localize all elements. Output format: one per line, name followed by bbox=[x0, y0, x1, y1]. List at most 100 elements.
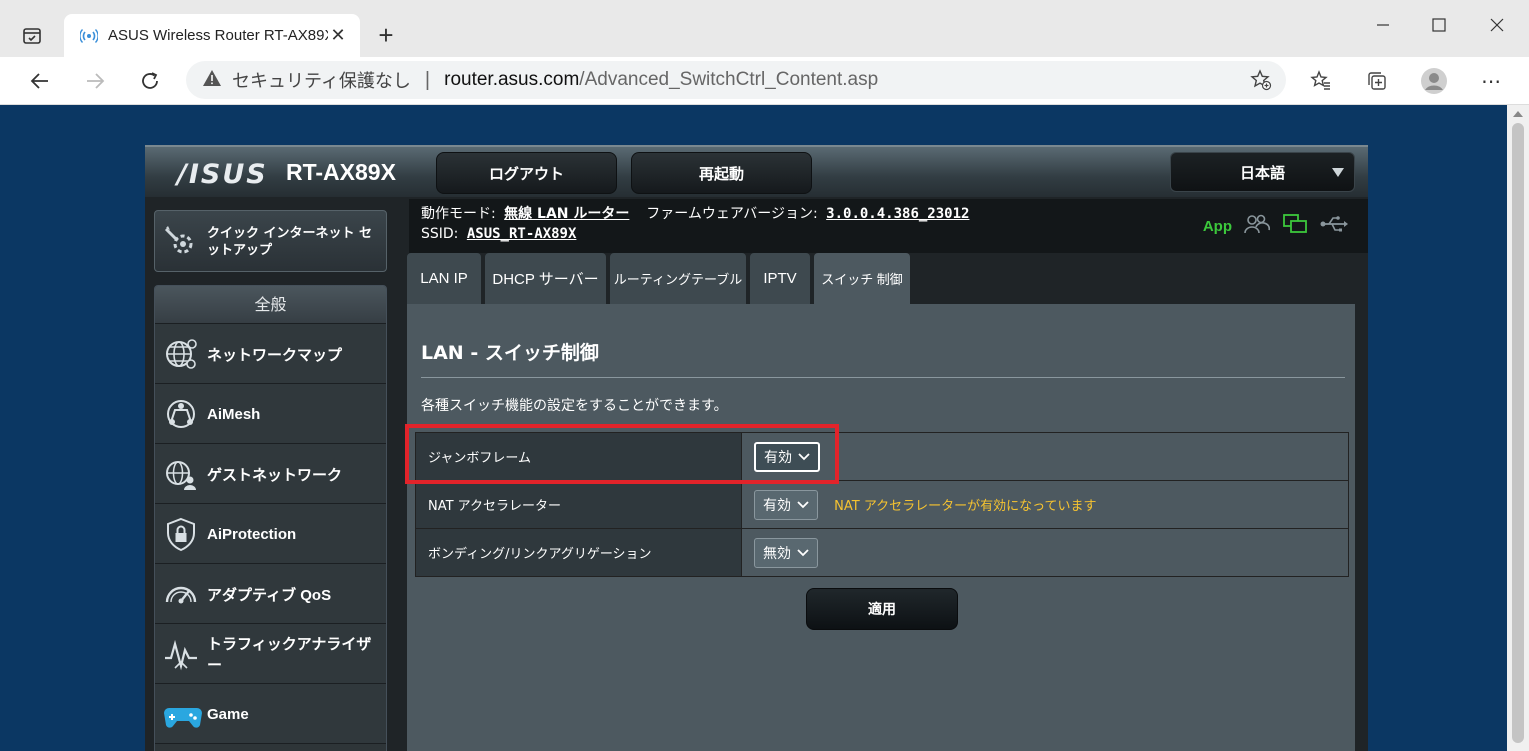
sidebar-item-aiprotection[interactable]: AiProtection bbox=[155, 504, 386, 564]
globe-network-icon bbox=[163, 336, 199, 372]
content-panel: LAN - スイッチ制御 各種スイッチ機能の設定をすることができます。 ジャンボ… bbox=[407, 304, 1355, 751]
clients-icon[interactable] bbox=[1244, 213, 1271, 239]
page-title: LAN - スイッチ制御 bbox=[421, 342, 599, 364]
nat-status-notice: NAT アクセラレーターが有効になっています bbox=[834, 499, 1097, 514]
minimize-icon[interactable] bbox=[1363, 12, 1403, 38]
router-panel: /ISUS RT-AX89X ログアウト 再起動 日本語 動作モード: 無線 L… bbox=[145, 145, 1368, 751]
wand-gear-icon bbox=[163, 224, 199, 264]
guest-network-icon bbox=[163, 456, 199, 492]
router-header: /ISUS RT-AX89X ログアウト 再起動 日本語 bbox=[145, 145, 1368, 197]
language-value: 日本語 bbox=[1239, 163, 1285, 182]
sidebar-item-label: ゲストネットワーク bbox=[207, 466, 343, 484]
reboot-button[interactable]: 再起動 bbox=[631, 152, 812, 194]
scroll-up-icon[interactable] bbox=[1513, 111, 1523, 117]
aimesh-icon bbox=[163, 396, 199, 432]
firmware-link[interactable]: 3.0.0.4.386_23012 bbox=[826, 206, 969, 222]
link-aggregation-select[interactable]: 無効 bbox=[754, 537, 818, 568]
more-menu-icon[interactable]: ⋯ bbox=[1475, 65, 1507, 97]
title-divider bbox=[421, 377, 1345, 378]
app-link[interactable]: App bbox=[1203, 218, 1232, 235]
select-value: 有効 bbox=[764, 449, 792, 466]
status-bar: 動作モード: 無線 LAN ルーター ファームウェアバージョン: 3.0.0.4… bbox=[409, 199, 1368, 253]
shield-lock-icon bbox=[163, 516, 199, 552]
sidebar-item-game[interactable]: Game bbox=[155, 684, 386, 744]
sidebar-item-adaptive-qos[interactable]: アダプティブ QoS bbox=[155, 564, 386, 624]
settings-table: ジャンボフレーム 有効 NAT アクセラレーター 有効 NAT アクセラレーター… bbox=[415, 432, 1349, 577]
back-arrow-icon[interactable] bbox=[24, 65, 56, 97]
tab-switch-control[interactable]: スイッチ 制御 bbox=[814, 253, 910, 304]
url-host: router.asus.com bbox=[444, 69, 580, 90]
network-status-icon[interactable] bbox=[1282, 213, 1308, 239]
select-value: 有効 bbox=[763, 497, 791, 514]
browser-toolbar: セキュリティ保護なし | router.asus.com/Advanced_Sw… bbox=[0, 57, 1529, 105]
chevron-down-icon bbox=[797, 545, 809, 561]
select-value: 無効 bbox=[763, 545, 791, 562]
sidebar-menu: 全般 ネットワークマップ AiMesh ゲストネットワーク AiProtecti… bbox=[154, 285, 387, 751]
refresh-icon[interactable] bbox=[134, 65, 166, 97]
jumbo-frame-select[interactable]: 有効 bbox=[754, 441, 820, 472]
sidebar-item-traffic-analyzer[interactable]: トラフィックアナライザー bbox=[155, 624, 386, 684]
setting-value-cell: 有効 bbox=[741, 432, 1349, 481]
scroll-thumb[interactable] bbox=[1512, 123, 1524, 743]
chevron-down-icon bbox=[798, 449, 810, 465]
sidebar-item-label: ネットワークマップ bbox=[207, 346, 343, 364]
sidebar-item-label: Game bbox=[207, 705, 249, 723]
window-close-icon[interactable] bbox=[1477, 12, 1517, 38]
op-mode-label: 動作モード: bbox=[421, 206, 496, 222]
status-line-ssid: SSID: ASUS_RT-AX89X bbox=[421, 226, 576, 242]
op-mode-link[interactable]: 無線 LAN ルーター bbox=[504, 206, 629, 222]
page-viewport: /ISUS RT-AX89X ログアウト 再起動 日本語 動作モード: 無線 L… bbox=[6, 105, 1507, 751]
add-favorite-icon[interactable] bbox=[1250, 69, 1272, 96]
address-separator: | bbox=[424, 68, 431, 91]
browser-tab[interactable]: ASUS Wireless Router RT-AX89X ✕ bbox=[64, 14, 360, 57]
url-path: /Advanced_SwitchCtrl_Content.asp bbox=[579, 69, 879, 90]
tab-lan-ip[interactable]: LAN IP bbox=[407, 253, 481, 304]
caret-down-icon bbox=[1332, 168, 1344, 177]
setting-value-cell: 有効 NAT アクセラレーターが有効になっています bbox=[741, 480, 1349, 529]
logout-button[interactable]: ログアウト bbox=[436, 152, 617, 194]
asus-logo: /ISUS bbox=[177, 159, 268, 190]
page-scrollbar[interactable] bbox=[1507, 105, 1529, 751]
table-row: ボンディング/リンクアグリゲーション 無効 bbox=[415, 528, 1349, 577]
browser-tab-bar: ASUS Wireless Router RT-AX89X ✕ + bbox=[0, 0, 1529, 57]
sidebar-item-label: トラフィックアナライザー bbox=[207, 636, 372, 674]
ssid-link[interactable]: ASUS_RT-AX89X bbox=[467, 226, 577, 242]
usb-icon[interactable] bbox=[1320, 215, 1348, 237]
setting-label-jumbo-frame: ジャンボフレーム bbox=[415, 432, 742, 481]
tab-routing-table[interactable]: ルーティングテーブル bbox=[610, 253, 746, 304]
traffic-wave-icon bbox=[163, 636, 199, 672]
gamepad-icon bbox=[163, 696, 202, 732]
gauge-icon bbox=[163, 576, 199, 612]
table-row: NAT アクセラレーター 有効 NAT アクセラレーターが有効になっています bbox=[415, 480, 1349, 529]
sidebar-item-aimesh[interactable]: AiMesh bbox=[155, 384, 386, 444]
nat-accelerator-select[interactable]: 有効 bbox=[754, 489, 818, 520]
favorites-icon[interactable] bbox=[1305, 65, 1337, 97]
status-line-mode: 動作モード: 無線 LAN ルーター ファームウェアバージョン: 3.0.0.4… bbox=[421, 203, 969, 223]
sidebar-item-label: アダプティブ QoS bbox=[207, 586, 332, 604]
sidebar-item-guest-network[interactable]: ゲストネットワーク bbox=[155, 444, 386, 504]
tab-iptv[interactable]: IPTV bbox=[750, 253, 810, 304]
sidebar-item-label: AiMesh bbox=[207, 405, 261, 423]
forward-arrow-icon[interactable] bbox=[79, 65, 111, 97]
chevron-down-icon bbox=[797, 497, 809, 513]
tab-dhcp-server[interactable]: DHCP サーバー bbox=[485, 253, 606, 304]
language-select[interactable]: 日本語 bbox=[1170, 152, 1355, 192]
profile-avatar-icon[interactable] bbox=[1418, 65, 1450, 97]
status-icons: App bbox=[1203, 213, 1348, 239]
new-tab-button[interactable]: + bbox=[372, 22, 400, 50]
maximize-icon[interactable] bbox=[1419, 12, 1459, 38]
tab-close-icon[interactable]: ✕ bbox=[328, 25, 348, 46]
address-bar[interactable]: セキュリティ保護なし | router.asus.com/Advanced_Sw… bbox=[186, 61, 1286, 99]
quick-setup-button[interactable]: クイック インターネット セットアップ bbox=[154, 210, 387, 272]
wifi-favicon-icon bbox=[79, 27, 99, 45]
table-row: ジャンボフレーム 有効 bbox=[415, 432, 1349, 481]
tab-actions-icon[interactable] bbox=[18, 23, 46, 49]
warning-icon bbox=[202, 69, 222, 92]
quick-setup-label: クイック インターネット セットアップ bbox=[207, 226, 373, 258]
sidebar-item-network-map[interactable]: ネットワークマップ bbox=[155, 324, 386, 384]
security-status: セキュリティ保護なし bbox=[232, 71, 411, 91]
router-model: RT-AX89X bbox=[286, 159, 396, 185]
tab-title: ASUS Wireless Router RT-AX89X bbox=[108, 27, 328, 44]
collections-icon[interactable] bbox=[1361, 65, 1393, 97]
apply-button[interactable]: 適用 bbox=[806, 588, 958, 630]
